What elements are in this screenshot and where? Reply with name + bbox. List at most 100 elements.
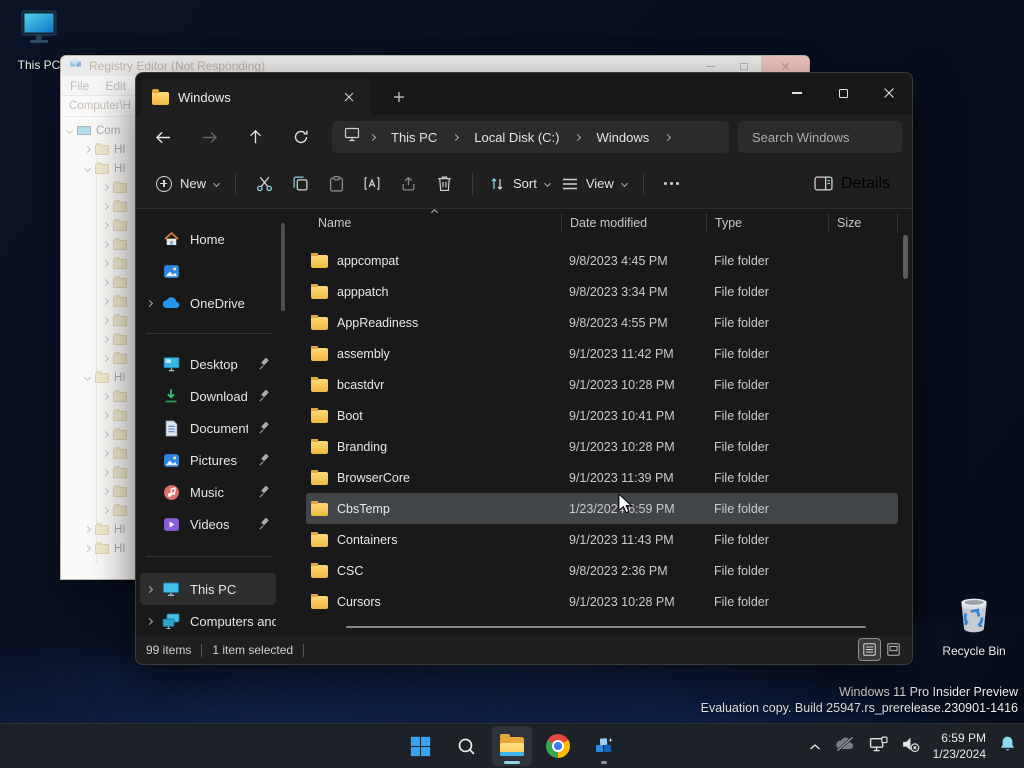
horizontal-scrollbar[interactable] <box>346 625 866 628</box>
tree-chevron-icon[interactable] <box>83 164 92 173</box>
see-more-button[interactable] <box>654 167 690 201</box>
sidebar-item-music[interactable]: Music <box>140 476 276 508</box>
rename-button[interactable] <box>354 167 390 201</box>
column-size[interactable]: Size <box>828 213 898 233</box>
thumbnail-view-button[interactable] <box>883 639 904 660</box>
menu-edit[interactable]: Edit <box>105 79 126 93</box>
tree-chevron-icon[interactable] <box>83 373 92 382</box>
file-row[interactable]: Containers 9/1/2023 11:43 PM File folder <box>306 524 898 555</box>
forward-button[interactable] <box>192 121 226 153</box>
tree-chevron-icon[interactable] <box>101 449 110 458</box>
paste-button[interactable] <box>318 167 354 201</box>
sidebar-item-videos[interactable]: Videos <box>140 508 276 540</box>
file-row[interactable]: CbsTemp 1/23/2024 6:59 PM File folder <box>306 493 898 524</box>
sort-button[interactable]: Sort <box>483 167 556 201</box>
tree-chevron-icon[interactable] <box>83 145 92 154</box>
registry-editor-taskbar-button[interactable] <box>584 726 624 766</box>
refresh-button[interactable] <box>284 121 318 153</box>
share-button[interactable] <box>390 167 426 201</box>
start-button[interactable] <box>400 726 440 766</box>
tree-chevron-icon[interactable] <box>101 430 110 439</box>
tree-chevron-icon[interactable] <box>101 506 110 515</box>
column-date-modified[interactable]: Date modified <box>561 213 706 233</box>
tree-chevron-icon[interactable] <box>65 126 74 135</box>
details-view-button[interactable] <box>858 638 881 661</box>
chevron-right-icon[interactable] <box>145 585 154 593</box>
onedrive-paused-icon[interactable] <box>834 736 856 757</box>
tree-chevron-icon[interactable] <box>101 335 110 344</box>
back-button[interactable] <box>146 121 180 153</box>
file-row[interactable]: bcastdvr 9/1/2023 10:28 PM File folder <box>306 369 898 400</box>
tree-chevron-icon[interactable] <box>101 202 110 211</box>
tree-chevron-icon[interactable] <box>83 544 92 553</box>
tab-windows[interactable]: Windows <box>142 79 370 115</box>
tree-chevron-icon[interactable] <box>101 354 110 363</box>
sidebar-item-documents[interactable]: Documents <box>140 412 276 444</box>
tree-chevron-icon[interactable] <box>101 183 110 192</box>
file-row[interactable]: CSC 9/8/2023 2:36 PM File folder <box>306 555 898 586</box>
sidebar-scrollbar[interactable] <box>281 223 285 311</box>
volume-muted-icon[interactable] <box>901 736 920 758</box>
cut-button[interactable] <box>246 167 282 201</box>
notification-bell-icon[interactable] <box>999 735 1016 758</box>
file-row[interactable]: AppReadiness 9/8/2023 4:55 PM File folde… <box>306 307 898 338</box>
close-button[interactable] <box>866 73 912 113</box>
breadcrumb-local-disk[interactable]: Local Disk (C:) <box>468 130 565 145</box>
sidebar-item-downloads[interactable]: Downloads <box>140 380 276 412</box>
hidden-icons-chevron[interactable] <box>809 738 821 756</box>
chevron-right-icon <box>368 133 377 141</box>
tree-chevron-icon[interactable] <box>101 221 110 230</box>
breadcrumb-windows[interactable]: Windows <box>590 130 655 145</box>
minimize-button[interactable] <box>774 73 820 113</box>
menu-file[interactable]: File <box>70 79 89 93</box>
file-row[interactable]: apppatch 9/8/2023 3:34 PM File folder <box>306 276 898 307</box>
desktop-icon-recycle-bin[interactable]: Recycle Bin <box>941 592 1007 658</box>
tree-chevron-icon[interactable] <box>101 278 110 287</box>
breadcrumb[interactable]: This PC Local Disk (C:) Windows <box>332 121 729 153</box>
column-type[interactable]: Type <box>706 213 828 233</box>
file-explorer-taskbar-button[interactable] <box>492 726 532 766</box>
chevron-right-icon[interactable] <box>145 299 154 307</box>
tree-chevron-icon[interactable] <box>101 411 110 420</box>
file-row[interactable]: appcompat 9/8/2023 4:45 PM File folder <box>306 245 898 276</box>
tree-chevron-icon[interactable] <box>101 316 110 325</box>
search-box[interactable]: Search Windows <box>738 121 902 153</box>
search-button[interactable] <box>446 726 486 766</box>
network-tray-icon[interactable] <box>869 736 888 758</box>
up-button[interactable] <box>238 121 272 153</box>
breadcrumb-this-pc[interactable]: This PC <box>385 130 443 145</box>
sidebar-item-home[interactable]: Home <box>140 223 276 255</box>
copy-button[interactable] <box>282 167 318 201</box>
details-pane-button[interactable]: Details <box>806 167 898 201</box>
sidebar-item-pictures[interactable]: Pictures <box>140 444 276 476</box>
file-row[interactable]: Branding 9/1/2023 10:28 PM File folder <box>306 431 898 462</box>
file-row[interactable]: Boot 9/1/2023 10:41 PM File folder <box>306 400 898 431</box>
folder-icon <box>311 408 328 423</box>
vertical-scrollbar[interactable] <box>903 235 908 279</box>
sidebar-item-gallery[interactable] <box>140 255 276 287</box>
tree-chevron-icon[interactable] <box>101 468 110 477</box>
sidebar-item-desktop[interactable]: Desktop <box>140 348 276 380</box>
tree-chevron-icon[interactable] <box>101 392 110 401</box>
new-button[interactable]: New <box>150 167 225 201</box>
file-row[interactable]: Cursors 9/1/2023 10:28 PM File folder <box>306 586 898 617</box>
maximize-button[interactable] <box>820 73 866 113</box>
sidebar-item-this-pc[interactable]: This PC <box>140 573 276 605</box>
sidebar-item-network[interactable]: Computers and <box>140 605 276 637</box>
file-row[interactable]: BrowserCore 9/1/2023 11:39 PM File folde… <box>306 462 898 493</box>
chrome-taskbar-button[interactable] <box>538 726 578 766</box>
new-tab-button[interactable] <box>384 82 414 112</box>
tree-node-icon <box>113 465 127 478</box>
tree-chevron-icon[interactable] <box>101 240 110 249</box>
tree-chevron-icon[interactable] <box>83 525 92 534</box>
tab-close-icon[interactable] <box>338 86 360 108</box>
view-button[interactable]: View <box>556 167 633 201</box>
tree-chevron-icon[interactable] <box>101 487 110 496</box>
file-row[interactable]: assembly 9/1/2023 11:42 PM File folder <box>306 338 898 369</box>
chevron-right-icon[interactable] <box>145 617 154 625</box>
sidebar-item-onedrive[interactable]: OneDrive <box>140 287 276 319</box>
tree-chevron-icon[interactable] <box>101 259 110 268</box>
delete-button[interactable] <box>426 167 462 201</box>
tree-chevron-icon[interactable] <box>101 297 110 306</box>
taskbar-clock[interactable]: 6:59 PM 1/23/2024 <box>933 731 986 762</box>
